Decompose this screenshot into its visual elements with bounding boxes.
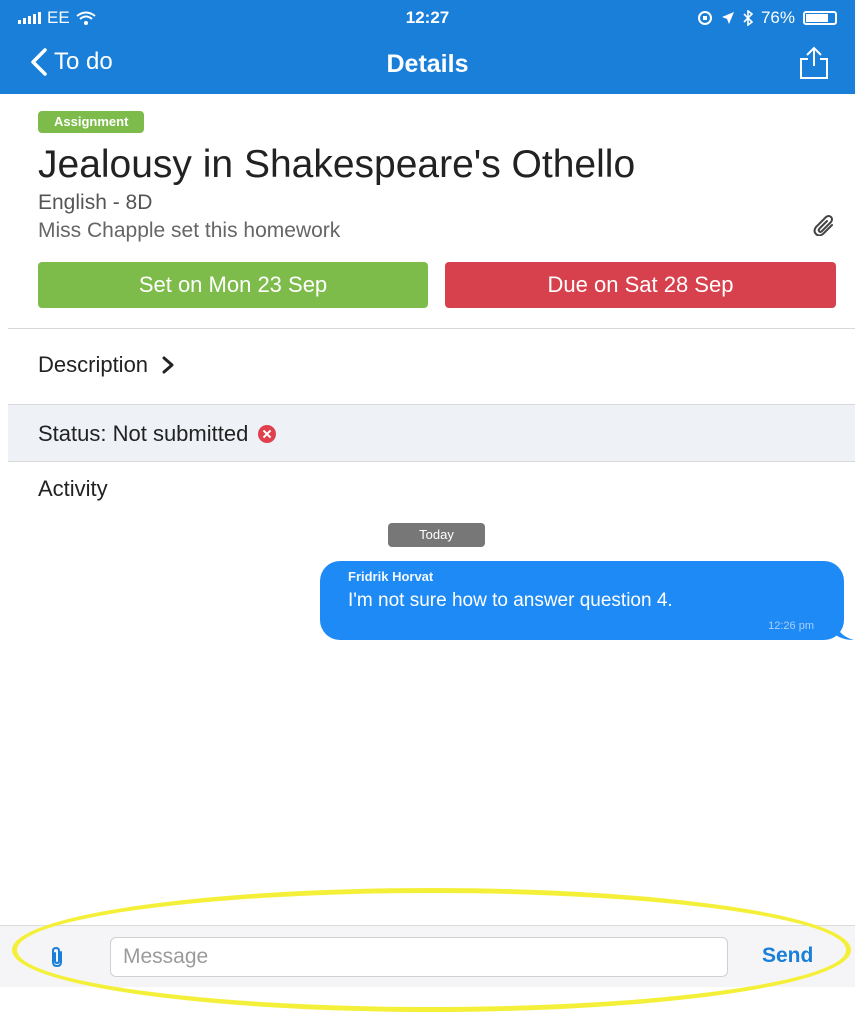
navigation-bar: To do Details <box>0 34 855 94</box>
not-submitted-icon <box>258 425 277 443</box>
back-label: To do <box>54 48 113 75</box>
chevron-right-icon <box>162 356 174 374</box>
section-divider <box>8 328 855 329</box>
status-icons: 76% <box>697 8 837 28</box>
attach-button[interactable] <box>50 946 64 973</box>
paperclip-icon <box>813 215 833 237</box>
setter-info: Miss Chapple set this homework <box>38 219 341 242</box>
homework-title: Jealousy in Shakespeare's Othello <box>38 143 636 186</box>
message-text: I'm not sure how to answer question 4. <box>348 590 673 611</box>
message-time: 12:26 pm <box>768 620 814 632</box>
message-input[interactable] <box>110 937 728 977</box>
subject-class: English - 8D <box>38 191 153 214</box>
attachment-button[interactable] <box>813 214 835 241</box>
description-label: Description <box>38 352 149 377</box>
share-button[interactable] <box>797 46 831 85</box>
status-label: Status: Not submitted <box>38 421 249 446</box>
day-separator: Today <box>388 523 485 547</box>
location-icon <box>721 12 734 24</box>
share-icon <box>800 46 828 79</box>
battery-icon <box>803 11 837 25</box>
orientation-lock-icon <box>697 11 712 25</box>
due-date-button[interactable]: Due on Sat 28 Sep <box>445 262 836 308</box>
status-row: Status: Not submitted <box>8 404 855 462</box>
send-button[interactable]: Send <box>762 944 813 968</box>
back-button[interactable]: To do <box>30 48 113 76</box>
battery-percent: 76% <box>760 8 795 27</box>
bubble-tail <box>834 620 854 640</box>
message-author: Fridrik Horvat <box>348 569 434 584</box>
assignment-badge: Assignment <box>38 111 145 133</box>
message-composer: Send <box>0 925 855 987</box>
page-title: Details <box>386 50 469 78</box>
status-bar: EE 12:27 76% <box>0 0 855 34</box>
activity-heading: Activity <box>38 476 108 501</box>
description-row[interactable]: Description <box>38 352 174 378</box>
paperclip-icon <box>52 946 62 968</box>
bluetooth-icon <box>743 10 753 26</box>
set-date-button[interactable]: Set on Mon 23 Sep <box>38 262 428 308</box>
message-bubble[interactable]: Fridrik Horvat I'm not sure how to answe… <box>320 561 854 640</box>
chevron-left-icon <box>31 48 47 76</box>
